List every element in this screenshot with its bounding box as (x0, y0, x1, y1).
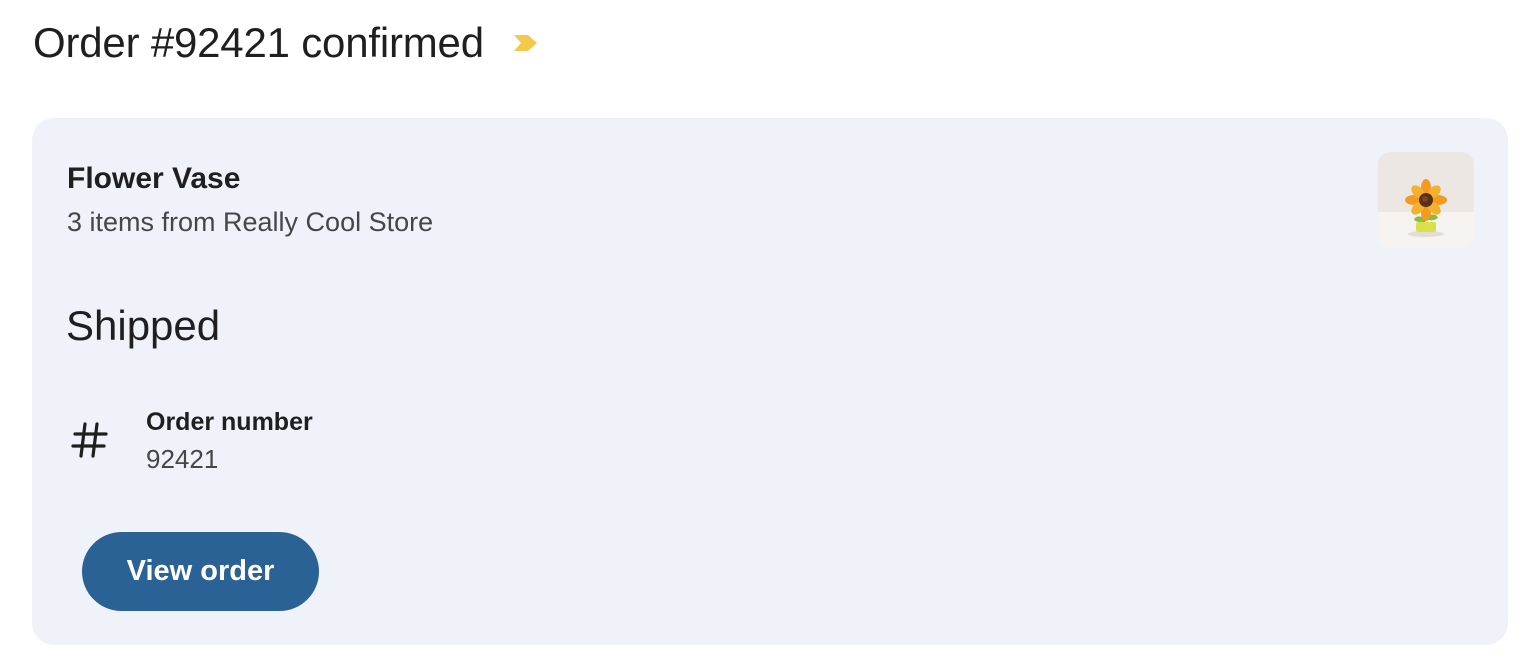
product-subtitle: 3 items from Really Cool Store (67, 207, 434, 237)
product-name: Flower Vase (67, 162, 241, 195)
email-subject: Order #92421 confirmed (33, 19, 484, 66)
product-thumbnail[interactable] (1378, 152, 1474, 248)
hash-icon (70, 420, 110, 460)
order-number-label: Order number (146, 408, 313, 436)
view-order-button[interactable]: View order (82, 532, 319, 611)
order-number-value: 92421 (146, 444, 219, 474)
importance-marker-icon[interactable] (512, 32, 540, 54)
email-view: Order #92421 confirmed Flower Vase 3 ite… (0, 0, 1528, 670)
subject-row: Order #92421 confirmed (33, 14, 540, 72)
order-card: Flower Vase 3 items from Really Cool Sto… (32, 118, 1508, 645)
shipping-status: Shipped (66, 302, 221, 349)
